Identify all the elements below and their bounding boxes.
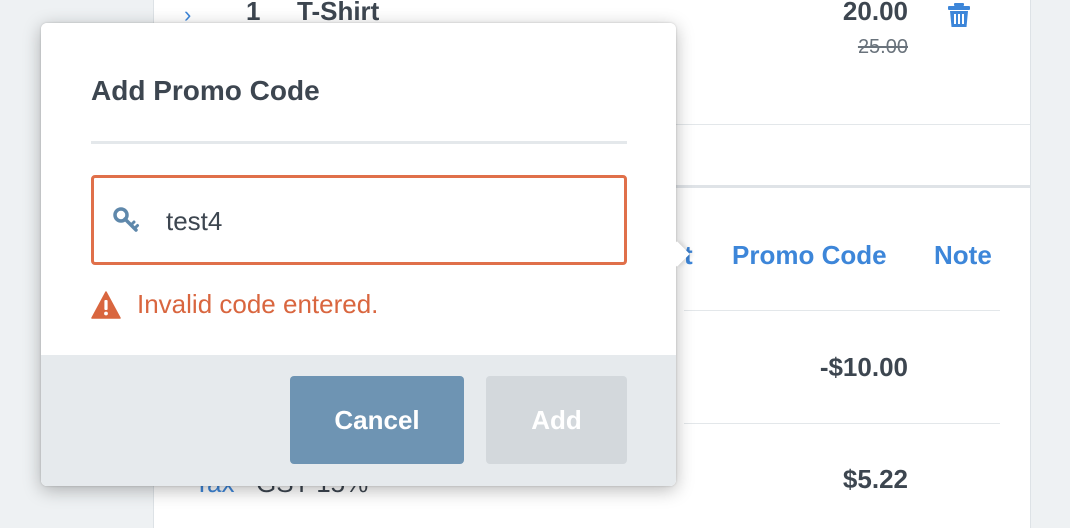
note-link[interactable]: Note — [934, 240, 992, 271]
item-price: 20.00 — [842, 0, 908, 26]
promo-code-input[interactable] — [166, 196, 606, 246]
discount-amount: -$10.00 — [819, 352, 908, 382]
key-icon — [113, 207, 139, 232]
item-original-price: 25.00 — [857, 36, 908, 58]
modal-footer: Cancel Add — [41, 355, 676, 486]
error-message: Invalid code entered. — [91, 289, 378, 320]
trash-icon[interactable] — [948, 3, 970, 27]
divider — [684, 423, 1000, 424]
promo-code-field[interactable] — [91, 175, 627, 265]
add-button[interactable]: Add — [486, 376, 627, 464]
modal-body: Add Promo Code Invalid code entered. Can… — [41, 23, 676, 486]
tax-amount: $5.22 — [842, 464, 908, 494]
divider — [684, 310, 1000, 311]
warning-icon — [91, 290, 121, 319]
modal-title: Add Promo Code — [91, 75, 320, 106]
cancel-button[interactable]: Cancel — [290, 376, 464, 464]
divider — [91, 141, 627, 144]
error-text: Invalid code entered. — [137, 289, 379, 319]
promo-code-link[interactable]: Promo Code — [732, 240, 887, 271]
promo-code-modal: Add Promo Code Invalid code entered. Can… — [41, 23, 690, 486]
